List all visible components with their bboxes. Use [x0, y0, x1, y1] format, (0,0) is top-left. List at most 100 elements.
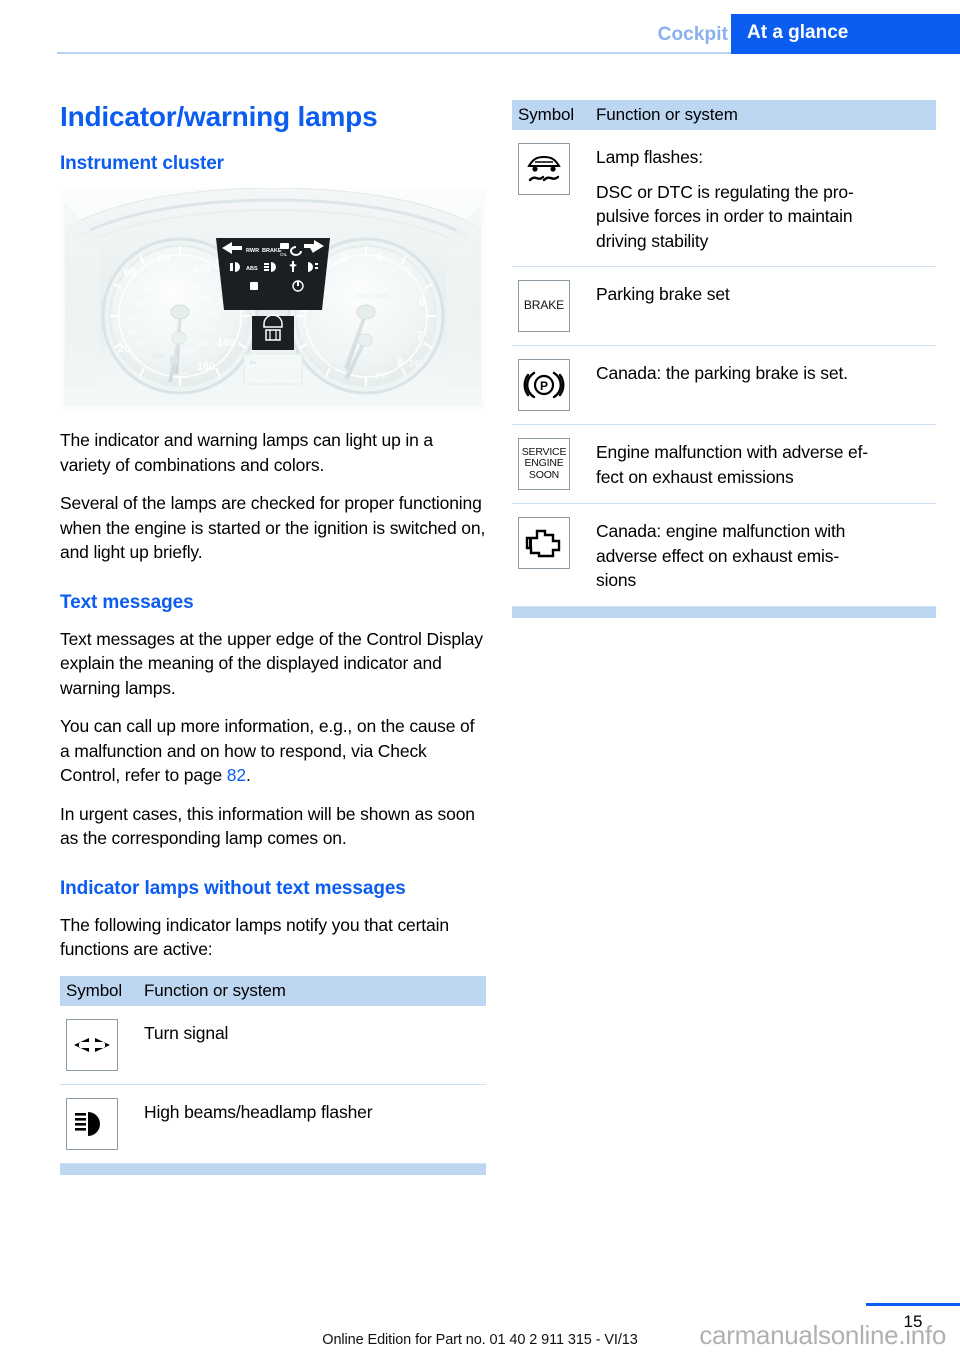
svg-text:160: 160: [197, 361, 215, 373]
function-cell: Canada: the parking brake is set.: [596, 359, 936, 386]
svg-text:8: 8: [397, 355, 404, 369]
svg-text:160: 160: [188, 283, 200, 290]
brake-text-icon: BRAKE: [518, 280, 570, 332]
symbol-cell: [60, 1097, 144, 1150]
table-row: Canada: engine malfunction with adverse …: [512, 504, 936, 607]
page-title: Indicator/warning lamps: [60, 101, 378, 132]
symbol-cell: [512, 143, 596, 195]
function-cell: Turn signal: [144, 1019, 486, 1046]
text-messages-paragraph-2-text: You can call up more information, e.g., …: [60, 716, 475, 785]
svg-text:100: 100: [142, 287, 154, 294]
function-cell: Lamp flashes: DSC or DTC is regulating t…: [596, 143, 936, 253]
svg-text:6: 6: [419, 295, 426, 309]
table-row: SERVICE ENGINE SOON Engine malfunction w…: [512, 425, 936, 504]
brake-icon-label: BRAKE: [523, 298, 565, 313]
column-header-function: Function or system: [596, 105, 738, 124]
row-line: Canada: engine malfunction with: [596, 521, 846, 541]
svg-text:80: 80: [158, 253, 170, 265]
row-line: driving stability: [596, 230, 709, 251]
parking-brake-p-icon: P: [518, 359, 570, 411]
header-rule-accent: [731, 52, 960, 54]
symbol-cell: [60, 1018, 144, 1071]
row-line: Canada: the parking brake is set.: [596, 363, 848, 383]
service-engine-soon-icon: SERVICE ENGINE SOON: [518, 438, 570, 490]
running-header: Cockpit At a glance: [0, 0, 960, 56]
svg-text:260: 260: [182, 349, 194, 356]
svg-text:140: 140: [409, 359, 423, 368]
symbol-cell: SERVICE ENGINE SOON: [512, 438, 596, 490]
heading-text-messages: Text messages: [60, 591, 194, 613]
symbol-cell: P: [512, 359, 596, 411]
right-column: Symbol Function or system Lamp flashes: …: [512, 100, 936, 618]
svg-text:mph: mph: [152, 354, 164, 360]
intro-paragraph-2: Several of the lamps are checked for pro…: [60, 493, 486, 562]
running-header-chapter: At a glance: [731, 14, 960, 52]
indicator-lamps-intro: The following indicator lamps notify you…: [60, 914, 449, 960]
row-line: adverse effect on exhaust emis-: [596, 545, 840, 566]
svg-text:RWR: RWR: [246, 248, 259, 254]
table-row: BRAKE Parking brake set: [512, 267, 936, 346]
page-number: 15: [903, 1312, 923, 1331]
table-header-row: Symbol Function or system: [60, 975, 486, 1006]
svg-text:5: 5: [405, 265, 412, 279]
svg-text:OIL: OIL: [280, 252, 288, 257]
svg-text:1: 1: [216, 371, 221, 380]
indicator-lamps-table: Symbol Function or system Turn signal Hi…: [60, 975, 486, 1175]
row-line: Parking brake set: [596, 284, 730, 304]
manual-page: Cockpit At a glance Indicator/warning la…: [0, 0, 960, 1362]
intro-paragraph-1: The indicator and warning lamps can ligh…: [60, 430, 434, 475]
ses-line-3: SOON: [528, 468, 560, 481]
warning-lamps-table: Symbol Function or system Lamp flashes: …: [512, 100, 936, 618]
table-row: P Canada: the parking brake is set.: [512, 346, 936, 425]
svg-text:ABS: ABS: [246, 266, 258, 272]
row-line: DSC or DTC is regulating the pro-: [596, 181, 854, 202]
svg-text:20: 20: [136, 341, 144, 348]
svg-text:4: 4: [375, 250, 382, 264]
function-cell: Canada: engine malfunction with adverse …: [596, 517, 936, 593]
indicator-lamp-panel: RWR BRAKE OIL ABS: [216, 238, 330, 310]
svg-text:180: 180: [200, 295, 212, 302]
dsc-dtc-icon: [518, 143, 570, 195]
function-cell: Parking brake set: [596, 280, 936, 307]
svg-text:1/min x 1000: 1/min x 1000: [355, 294, 390, 300]
service-engine-soon-label: SERVICE ENGINE SOON: [522, 446, 567, 482]
row-line: Lamp flashes:: [596, 147, 703, 167]
svg-text:200: 200: [206, 311, 218, 318]
left-column: Indicator/warning lamps Instrument clust…: [60, 100, 486, 1175]
page-reference-link[interactable]: 82: [227, 765, 246, 785]
svg-text:BRAKE: BRAKE: [262, 248, 282, 254]
svg-text:250: 250: [375, 371, 389, 380]
svg-text:220: 220: [204, 327, 216, 334]
text-messages-paragraph-3: In urgent cases, this information will b…: [60, 803, 475, 849]
table-row: High beams/headlamp flasher: [60, 1085, 486, 1164]
column-header-symbol: Symbol: [66, 980, 123, 1000]
column-header-symbol: Symbol: [518, 105, 575, 124]
svg-text:60: 60: [124, 267, 136, 279]
table-footer-band: [512, 606, 936, 618]
text-messages-paragraph-2: You can call up more information, e.g., …: [60, 714, 486, 788]
symbol-cell: BRAKE: [512, 280, 596, 332]
check-engine-icon: [518, 517, 570, 569]
row-line: sions: [596, 570, 637, 590]
instrument-cluster-figure: 60 80 100 120 140 160 20 100 120 140 160…: [60, 188, 486, 410]
svg-text:7: 7: [417, 329, 424, 343]
text-messages-paragraph-1: Text messages at the upper edge of the C…: [60, 628, 483, 698]
heading-indicator-lamps-without-text: Indicator lamps without text messages: [60, 877, 406, 899]
row-line: pulsive forces in order to maintain: [596, 206, 853, 226]
table-row: Turn signal: [60, 1006, 486, 1085]
svg-text:km: km: [250, 360, 256, 365]
svg-text:032050 · 123.8: 032050 · 123.8: [249, 370, 310, 380]
svg-text:140: 140: [217, 337, 235, 349]
function-cell: Engine malfunction with adverse ef- fect…: [596, 438, 936, 489]
text-messages-paragraph-2-period: .: [245, 765, 251, 785]
footer-edition-text: Online Edition for Part no. 01 40 2 911 …: [322, 1332, 638, 1348]
column-header-function: Function or system: [144, 980, 286, 1000]
svg-text:12: 12: [180, 371, 189, 380]
running-header-section: Cockpit: [657, 24, 728, 45]
svg-text:3: 3: [341, 251, 348, 265]
row-line: Engine malfunction with adverse ef-: [596, 442, 868, 462]
heading-instrument-cluster: Instrument cluster: [60, 153, 224, 174]
footer-rule: [866, 1303, 960, 1306]
svg-text:240: 240: [196, 341, 208, 348]
table-row: Lamp flashes: DSC or DTC is regulating t…: [512, 130, 936, 267]
